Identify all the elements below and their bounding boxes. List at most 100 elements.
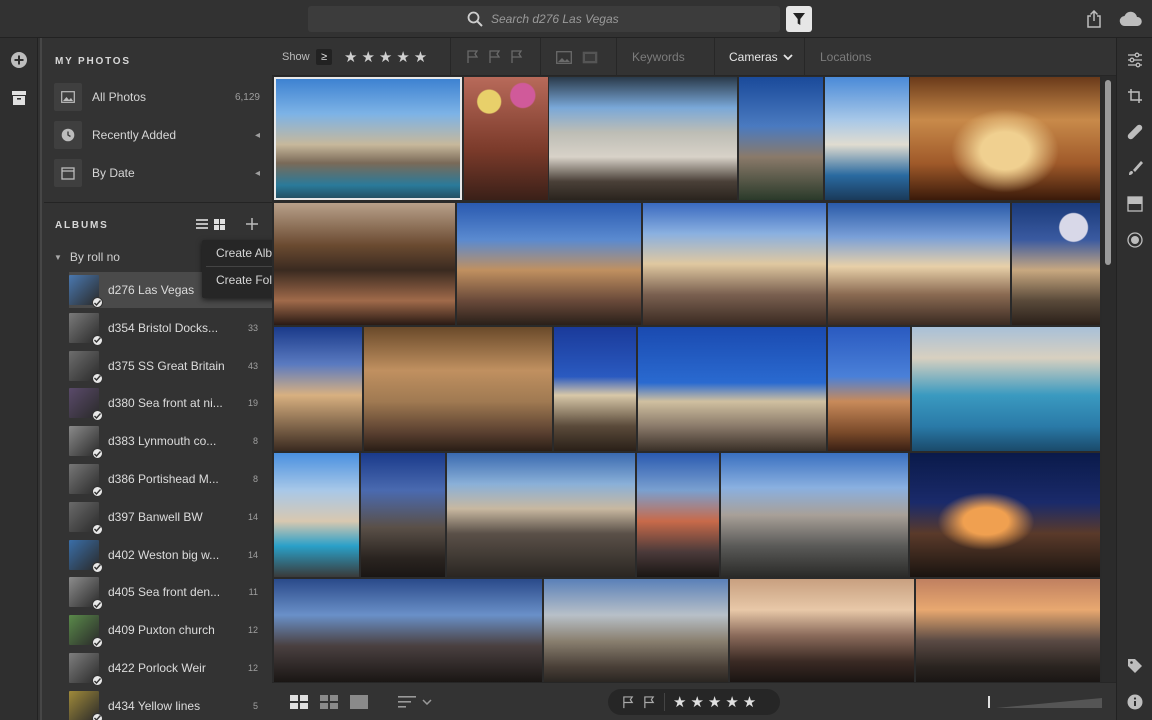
album-count: 11 xyxy=(248,587,258,598)
photo-thumbnail[interactable] xyxy=(361,453,445,577)
photo-thumbnail[interactable] xyxy=(544,579,728,682)
flag-reject-icon[interactable] xyxy=(510,50,524,64)
filter-button[interactable] xyxy=(786,6,812,32)
nav-recently-added[interactable]: Recently Added ◂ xyxy=(54,118,272,152)
search-box[interactable] xyxy=(308,6,780,32)
expand-arrow-icon[interactable]: ◂ xyxy=(255,130,260,141)
rating-filter-stars[interactable]: ★★★★★ xyxy=(344,38,431,76)
cameras-filter[interactable]: Cameras xyxy=(729,38,793,76)
search-input[interactable] xyxy=(491,12,621,26)
crop-button[interactable] xyxy=(1117,78,1152,114)
photo-thumbnail[interactable] xyxy=(637,453,719,577)
rating-stars[interactable]: ★★★★★ xyxy=(673,693,760,711)
photo-thumbnail[interactable] xyxy=(274,327,362,451)
add-album-icon[interactable] xyxy=(245,217,259,231)
photo-thumbnail[interactable] xyxy=(721,453,908,577)
radial-gradient-button[interactable] xyxy=(1117,222,1152,258)
view-mode-buttons xyxy=(290,683,368,720)
healing-button[interactable] xyxy=(1117,114,1152,150)
album-item[interactable]: d422 Porlock Weir 12 xyxy=(69,650,272,686)
square-grid-view-icon[interactable] xyxy=(290,695,308,709)
my-photos-title: MY PHOTOS xyxy=(55,56,131,67)
brush-button[interactable] xyxy=(1117,150,1152,186)
photo-thumbnail[interactable] xyxy=(730,579,914,682)
album-item[interactable]: d375 SS Great Britain 43 xyxy=(69,348,272,384)
nav-all-photos[interactable]: All Photos 6,129 xyxy=(54,80,272,114)
photo-thumbnail[interactable] xyxy=(643,203,826,325)
nav-label: All Photos xyxy=(92,90,147,104)
photo-thumbnail[interactable] xyxy=(274,203,455,325)
thumbnail-size-slider[interactable] xyxy=(988,683,1102,720)
top-bar xyxy=(0,0,1152,38)
album-name: d383 Lynmouth co... xyxy=(108,434,217,449)
flag-pick-icon[interactable] xyxy=(466,50,480,64)
scrollbar-thumb[interactable] xyxy=(1105,80,1111,265)
cloud-icon xyxy=(1119,11,1142,27)
sort-menu[interactable] xyxy=(398,683,432,720)
flag-unflagged-icon[interactable] xyxy=(488,50,502,64)
photo-thumbnail[interactable] xyxy=(549,77,737,200)
disclosure-triangle-icon[interactable]: ▼ xyxy=(54,253,62,262)
photo-thumbnail[interactable] xyxy=(464,77,548,200)
photo-thumbnail[interactable] xyxy=(910,453,1100,577)
album-item[interactable]: d383 Lynmouth co... 8 xyxy=(69,423,272,460)
grid-scrollbar[interactable] xyxy=(1102,76,1116,682)
photo-thumbnail[interactable] xyxy=(274,453,359,577)
photo-type-icon[interactable] xyxy=(556,50,572,64)
thumbnail-grid-view-icon[interactable] xyxy=(320,695,338,709)
album-item[interactable]: d386 Portishead M... 8 xyxy=(69,461,272,497)
info-button[interactable] xyxy=(1117,684,1152,720)
edit-sliders-button[interactable] xyxy=(1117,42,1152,78)
album-item[interactable]: d354 Bristol Docks... 33 xyxy=(69,310,272,346)
keywords-filter[interactable]: Keywords xyxy=(632,38,685,76)
photo-thumbnail[interactable] xyxy=(364,327,552,451)
add-photos-button[interactable] xyxy=(0,41,38,79)
album-item[interactable]: d409 Puxton church 12 xyxy=(69,612,272,649)
album-item[interactable]: d434 Yellow lines 5 xyxy=(69,688,272,720)
library-button[interactable] xyxy=(0,79,38,117)
photo-thumbnail[interactable] xyxy=(825,77,909,200)
folder-by-roll-no[interactable]: ▼ By roll no xyxy=(54,250,120,264)
expand-arrow-icon[interactable]: ◂ xyxy=(255,168,260,179)
flag-pick-icon[interactable] xyxy=(622,695,635,709)
photo-thumbnail[interactable] xyxy=(274,579,542,682)
photo-thumbnail[interactable] xyxy=(910,77,1100,200)
flag-reject-icon[interactable] xyxy=(643,695,656,709)
list-view-icon[interactable] xyxy=(196,219,208,229)
photo-thumbnail[interactable] xyxy=(739,77,823,200)
synced-check-icon xyxy=(92,410,103,422)
photo-thumbnail[interactable] xyxy=(554,327,636,451)
album-count: 33 xyxy=(247,322,258,333)
share-button[interactable] xyxy=(1084,9,1104,29)
slider-handle[interactable] xyxy=(988,696,990,708)
filter-bar: Show ≥ ★★★★★ Keywords Cameras Locations xyxy=(272,38,1116,76)
photo-thumbnail[interactable] xyxy=(447,453,635,577)
album-item[interactable]: d402 Weston big w... 14 xyxy=(69,537,272,573)
photo-thumbnail[interactable] xyxy=(828,327,910,451)
photo-thumbnail[interactable] xyxy=(828,203,1010,325)
album-thumbnail xyxy=(69,350,103,384)
locations-filter[interactable]: Locations xyxy=(820,38,871,76)
photo-thumbnail[interactable] xyxy=(457,203,641,325)
album-item[interactable]: d405 Sea front den... 11 xyxy=(69,574,272,611)
toolbar-separator xyxy=(540,38,541,76)
album-thumbnail xyxy=(69,690,103,720)
grid-view-icon[interactable] xyxy=(214,218,225,230)
album-count: 14 xyxy=(247,511,258,522)
nav-by-date[interactable]: By Date ◂ xyxy=(54,156,272,190)
cloud-button[interactable] xyxy=(1118,9,1144,29)
photo-thumbnail[interactable] xyxy=(912,327,1100,451)
album-count: 5 xyxy=(252,700,258,711)
photo-thumbnail[interactable] xyxy=(638,327,826,451)
photo-thumbnail[interactable] xyxy=(274,77,462,200)
video-type-icon[interactable] xyxy=(582,51,598,64)
photo-thumbnail[interactable] xyxy=(1012,203,1100,325)
detail-view-icon[interactable] xyxy=(350,695,368,709)
album-item[interactable]: d380 Sea front at ni... 19 xyxy=(69,385,272,422)
photo-thumbnail[interactable] xyxy=(916,579,1100,682)
keyword-tag-button[interactable] xyxy=(1117,648,1152,684)
album-item[interactable]: d397 Banwell BW 14 xyxy=(69,499,272,535)
rating-operator-button[interactable]: ≥ xyxy=(316,38,332,76)
linear-gradient-button[interactable] xyxy=(1117,186,1152,222)
show-label: Show xyxy=(282,51,310,63)
